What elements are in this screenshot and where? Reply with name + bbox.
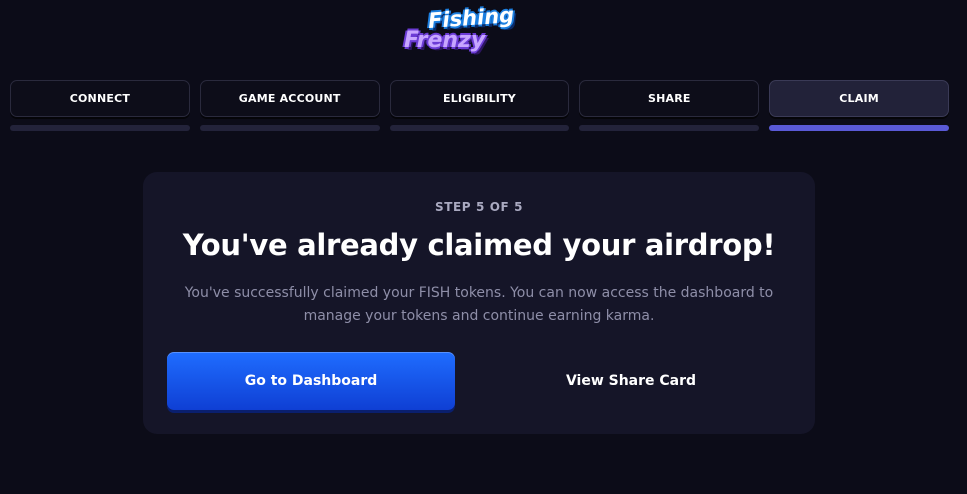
tab-share[interactable]: SHARE [579,80,760,117]
step-claim: CLAIM [769,80,949,131]
tab-eligibility[interactable]: ELIGIBILITY [389,80,570,117]
claim-status-card: STEP 5 OF 5 You've already claimed your … [143,172,815,434]
step-progress-bar [389,125,570,131]
fishing-frenzy-logo: Fishing Frenzy [400,3,560,56]
step-game-account: GAME ACCOUNT [199,80,380,131]
card-description: You've successfully claimed your FISH to… [184,285,774,324]
logo-text-frenzy: Frenzy [404,28,486,53]
step-eligibility: ELIGIBILITY [389,80,570,131]
step-connect: CONNECT [10,80,190,131]
step-share: SHARE [579,80,760,131]
page-title: You've already claimed your airdrop! [182,228,776,262]
tab-game-account[interactable]: GAME ACCOUNT [199,80,380,117]
tab-claim[interactable]: CLAIM [769,80,949,117]
step-counter: STEP 5 OF 5 [434,200,524,214]
tab-connect[interactable]: CONNECT [10,80,190,117]
step-progress-nav: CONNECT GAME ACCOUNT ELIGIBILITY SHARE C… [10,80,949,131]
step-progress-bar [10,125,190,131]
go-to-dashboard-button[interactable]: Go to Dashboard [167,352,455,410]
step-progress-bar [199,125,380,131]
step-progress-bar [579,125,760,131]
step-progress-bar-active [769,125,949,131]
view-share-card-button[interactable]: View Share Card [489,352,773,410]
